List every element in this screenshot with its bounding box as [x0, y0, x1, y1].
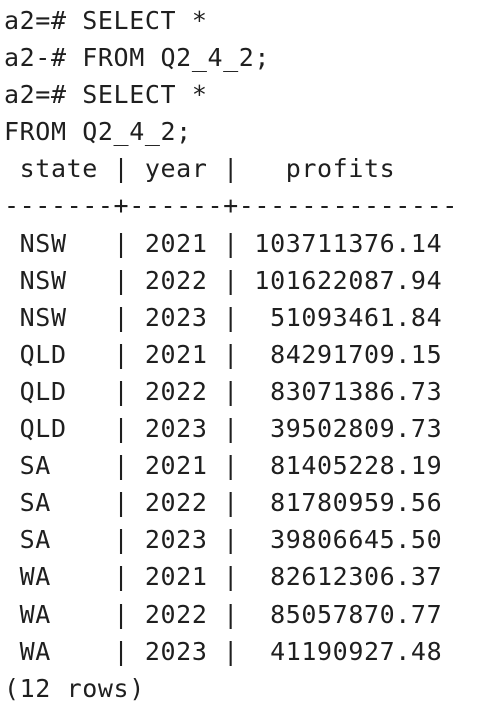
result-row: QLD | 2023 | 39502809.73 — [4, 414, 443, 444]
result-header: state | year | profits — [4, 154, 396, 184]
result-row: WA | 2021 | 82612306.37 — [4, 562, 443, 592]
command-line: FROM Q2_4_2; — [4, 117, 192, 147]
result-row: NSW | 2021 | 103711376.14 — [4, 228, 443, 258]
result-row: QLD | 2021 | 84291709.15 — [4, 339, 443, 369]
result-separator: -------+------+-------------- — [4, 191, 458, 221]
terminal-output[interactable]: a2=# SELECT * a2-# FROM Q2_4_2; a2=# SEL… — [0, 0, 500, 704]
result-row: QLD | 2022 | 83071386.73 — [4, 376, 443, 406]
command-line: a2=# SELECT * — [4, 80, 208, 110]
result-row: SA | 2022 | 81780959.56 — [4, 488, 443, 518]
row-count: (12 rows) — [4, 673, 145, 703]
command-line: a2=# SELECT * — [4, 6, 208, 35]
result-row: NSW | 2022 | 101622087.94 — [4, 265, 443, 295]
command-line: a2-# FROM Q2_4_2; — [4, 43, 271, 73]
result-row: SA | 2023 | 39806645.50 — [4, 525, 443, 555]
result-row: WA | 2023 | 41190927.48 — [4, 636, 443, 666]
result-row: WA | 2022 | 85057870.77 — [4, 599, 443, 629]
result-row: SA | 2021 | 81405228.19 — [4, 451, 443, 481]
result-row: NSW | 2023 | 51093461.84 — [4, 302, 443, 332]
